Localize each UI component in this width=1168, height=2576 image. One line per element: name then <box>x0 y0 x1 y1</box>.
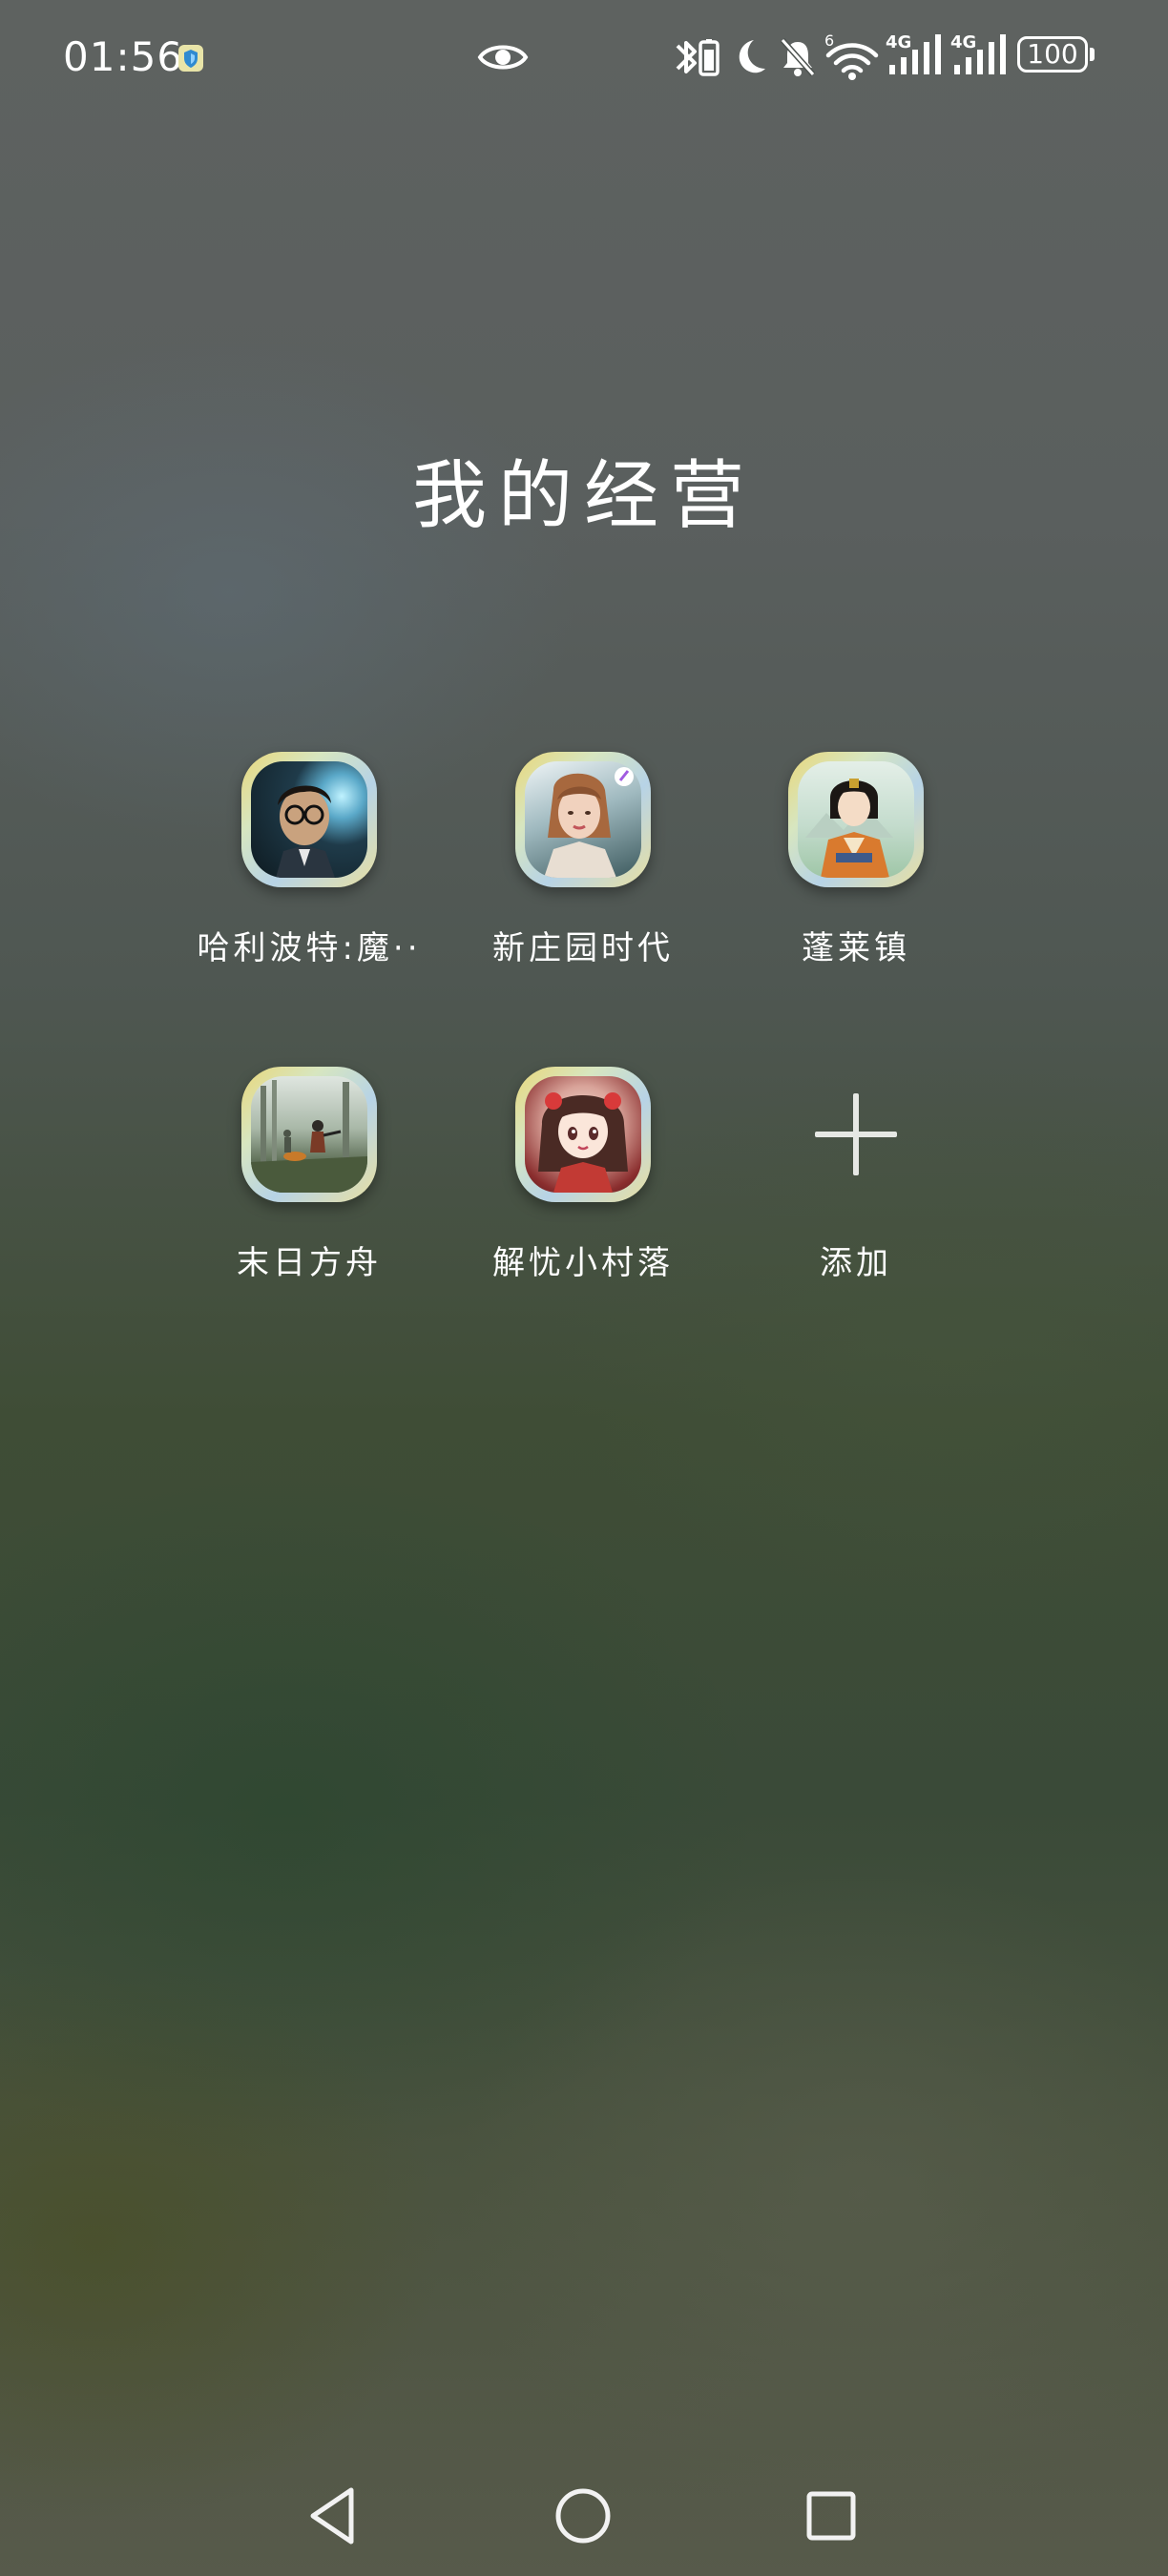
svg-text:6: 6 <box>824 31 834 50</box>
app-label: 新庄园时代 <box>492 929 674 967</box>
app-label: 解忧小村落 <box>492 1244 674 1282</box>
recents-square-icon[interactable] <box>798 2483 865 2549</box>
add-label: 添加 <box>820 1244 892 1282</box>
new-manor-era-app-icon[interactable] <box>515 752 651 887</box>
svg-text:4G: 4G <box>950 32 976 52</box>
penglai-town-app-icon[interactable] <box>788 752 924 887</box>
navigation-bar <box>0 2462 1168 2576</box>
app-label: 哈利波特:魔·· <box>197 929 422 967</box>
back-triangle-icon[interactable] <box>302 2483 368 2549</box>
svg-text:4G: 4G <box>886 32 911 52</box>
battery-icon: 100 <box>1017 36 1097 76</box>
battery-level: 100 <box>1017 36 1088 73</box>
app-label: 蓬莱镇 <box>802 929 910 967</box>
folder-title[interactable]: 我的经营 <box>0 448 1168 544</box>
bluetooth-icon <box>676 39 720 76</box>
moon-icon <box>739 40 765 73</box>
plus-icon[interactable] <box>813 1091 899 1177</box>
home-circle-icon[interactable] <box>550 2483 616 2549</box>
eye-icon <box>477 45 529 70</box>
cellular-signal-1-icon: 4G <box>886 32 941 74</box>
harry-potter-app-icon[interactable] <box>241 752 377 887</box>
bell-off-icon <box>780 38 816 76</box>
status-clock: 01:56 <box>63 33 184 80</box>
battery-tip <box>1090 48 1095 61</box>
status-bar: 01:56 6 4G 4G 100 <box>0 0 1168 114</box>
shield-notification-icon <box>178 45 203 72</box>
cellular-signal-2-icon: 4G <box>950 32 1006 74</box>
worry-free-village-app-icon[interactable] <box>515 1067 651 1202</box>
wifi-icon: 6 <box>824 31 879 80</box>
doomsday-ark-app-icon[interactable] <box>241 1067 377 1202</box>
app-label: 末日方舟 <box>237 1244 382 1282</box>
